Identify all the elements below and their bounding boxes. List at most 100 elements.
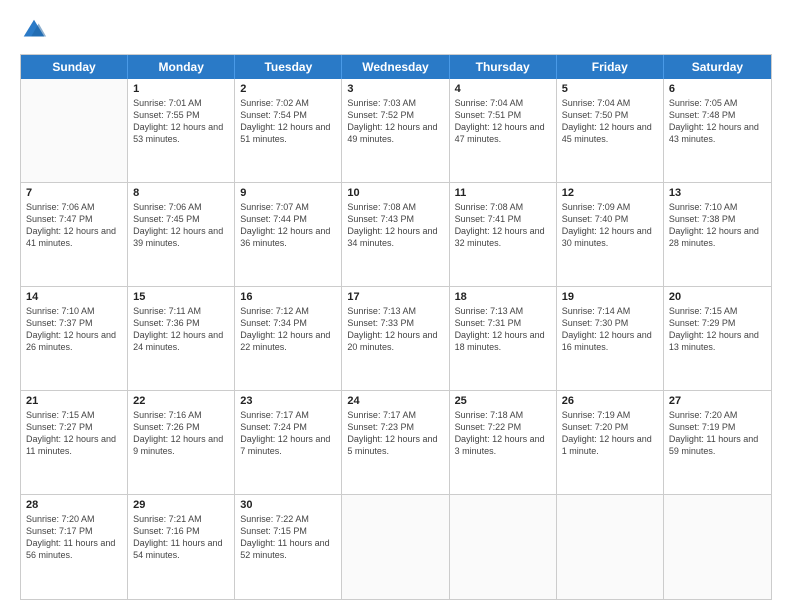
cell-date-number: 19	[562, 291, 658, 303]
cell-date-number: 14	[26, 291, 122, 303]
cell-info: Sunrise: 7:19 AM Sunset: 7:20 PM Dayligh…	[562, 409, 658, 458]
cell-info: Sunrise: 7:04 AM Sunset: 7:51 PM Dayligh…	[455, 97, 551, 146]
cell-info: Sunrise: 7:15 AM Sunset: 7:29 PM Dayligh…	[669, 305, 766, 354]
cell-info: Sunrise: 7:01 AM Sunset: 7:55 PM Dayligh…	[133, 97, 229, 146]
cell-date-number: 2	[240, 83, 336, 95]
page: SundayMondayTuesdayWednesdayThursdayFrid…	[0, 0, 792, 612]
cell-info: Sunrise: 7:18 AM Sunset: 7:22 PM Dayligh…	[455, 409, 551, 458]
calendar-cell-empty-4-5	[557, 495, 664, 599]
day-header-sunday: Sunday	[21, 55, 128, 79]
calendar-cell-17: 17 Sunrise: 7:13 AM Sunset: 7:33 PM Dayli…	[342, 287, 449, 390]
calendar-cell-1: 1 Sunrise: 7:01 AM Sunset: 7:55 PM Daylig…	[128, 79, 235, 182]
cell-date-number: 26	[562, 395, 658, 407]
calendar-cell-29: 29 Sunrise: 7:21 AM Sunset: 7:16 PM Dayli…	[128, 495, 235, 599]
calendar-cell-5: 5Sunrise: 7:04 AM Sunset: 7:50 PM Daylig…	[557, 79, 664, 182]
calendar-cell-empty-0-0	[21, 79, 128, 182]
calendar-body: 1 Sunrise: 7:01 AM Sunset: 7:55 PM Daylig…	[21, 79, 771, 599]
cell-date-number: 7	[26, 187, 122, 199]
calendar-cell-4: 4 Sunrise: 7:04 AM Sunset: 7:51 PM Daylig…	[450, 79, 557, 182]
cell-info: Sunrise: 7:06 AM Sunset: 7:45 PM Dayligh…	[133, 201, 229, 250]
calendar-cell-23: 23 Sunrise: 7:17 AM Sunset: 7:24 PM Dayli…	[235, 391, 342, 494]
calendar-cell-19: 19 Sunrise: 7:14 AM Sunset: 7:30 PM Dayli…	[557, 287, 664, 390]
calendar-row-4: 21 Sunrise: 7:15 AM Sunset: 7:27 PM Dayli…	[21, 391, 771, 495]
calendar-cell-30: 30Sunrise: 7:22 AM Sunset: 7:15 PM Dayli…	[235, 495, 342, 599]
cell-date-number: 8	[133, 187, 229, 199]
cell-date-number: 1	[133, 83, 229, 95]
day-header-thursday: Thursday	[450, 55, 557, 79]
calendar-cell-13: 13 Sunrise: 7:10 AM Sunset: 7:38 PM Dayli…	[664, 183, 771, 286]
day-header-wednesday: Wednesday	[342, 55, 449, 79]
cell-info: Sunrise: 7:05 AM Sunset: 7:48 PM Dayligh…	[669, 97, 766, 146]
calendar-cell-24: 24 Sunrise: 7:17 AM Sunset: 7:23 PM Dayli…	[342, 391, 449, 494]
cell-info: Sunrise: 7:21 AM Sunset: 7:16 PM Dayligh…	[133, 513, 229, 562]
calendar-cell-21: 21 Sunrise: 7:15 AM Sunset: 7:27 PM Dayli…	[21, 391, 128, 494]
cell-info: Sunrise: 7:11 AM Sunset: 7:36 PM Dayligh…	[133, 305, 229, 354]
calendar-cell-20: 20 Sunrise: 7:15 AM Sunset: 7:29 PM Dayli…	[664, 287, 771, 390]
cell-info: Sunrise: 7:16 AM Sunset: 7:26 PM Dayligh…	[133, 409, 229, 458]
cell-info: Sunrise: 7:08 AM Sunset: 7:43 PM Dayligh…	[347, 201, 443, 250]
day-header-saturday: Saturday	[664, 55, 771, 79]
cell-info: Sunrise: 7:10 AM Sunset: 7:38 PM Dayligh…	[669, 201, 766, 250]
cell-date-number: 23	[240, 395, 336, 407]
cell-date-number: 4	[455, 83, 551, 95]
cell-date-number: 27	[669, 395, 766, 407]
calendar-cell-11: 11 Sunrise: 7:08 AM Sunset: 7:41 PM Dayli…	[450, 183, 557, 286]
calendar-cell-empty-4-6	[664, 495, 771, 599]
calendar-cell-28: 28Sunrise: 7:20 AM Sunset: 7:17 PM Dayli…	[21, 495, 128, 599]
calendar-cell-7: 7Sunrise: 7:06 AM Sunset: 7:47 PM Daylig…	[21, 183, 128, 286]
header	[20, 16, 772, 44]
calendar-cell-12: 12 Sunrise: 7:09 AM Sunset: 7:40 PM Dayli…	[557, 183, 664, 286]
cell-date-number: 15	[133, 291, 229, 303]
cell-info: Sunrise: 7:10 AM Sunset: 7:37 PM Dayligh…	[26, 305, 122, 354]
calendar-cell-8: 8 Sunrise: 7:06 AM Sunset: 7:45 PM Daylig…	[128, 183, 235, 286]
calendar-cell-9: 9 Sunrise: 7:07 AM Sunset: 7:44 PM Daylig…	[235, 183, 342, 286]
cell-date-number: 9	[240, 187, 336, 199]
day-header-monday: Monday	[128, 55, 235, 79]
calendar-cell-26: 26 Sunrise: 7:19 AM Sunset: 7:20 PM Dayli…	[557, 391, 664, 494]
calendar-cell-18: 18 Sunrise: 7:13 AM Sunset: 7:31 PM Dayli…	[450, 287, 557, 390]
cell-info: Sunrise: 7:13 AM Sunset: 7:33 PM Dayligh…	[347, 305, 443, 354]
cell-date-number: 22	[133, 395, 229, 407]
cell-date-number: 29	[133, 499, 229, 511]
cell-date-number: 18	[455, 291, 551, 303]
cell-date-number: 20	[669, 291, 766, 303]
cell-info: Sunrise: 7:17 AM Sunset: 7:23 PM Dayligh…	[347, 409, 443, 458]
cell-info: Sunrise: 7:14 AM Sunset: 7:30 PM Dayligh…	[562, 305, 658, 354]
calendar-row-1: 1 Sunrise: 7:01 AM Sunset: 7:55 PM Daylig…	[21, 79, 771, 183]
cell-date-number: 5	[562, 83, 658, 95]
cell-date-number: 17	[347, 291, 443, 303]
cell-info: Sunrise: 7:09 AM Sunset: 7:40 PM Dayligh…	[562, 201, 658, 250]
cell-date-number: 21	[26, 395, 122, 407]
cell-info: Sunrise: 7:07 AM Sunset: 7:44 PM Dayligh…	[240, 201, 336, 250]
calendar-cell-2: 2 Sunrise: 7:02 AM Sunset: 7:54 PM Daylig…	[235, 79, 342, 182]
day-header-tuesday: Tuesday	[235, 55, 342, 79]
calendar-cell-14: 14 Sunrise: 7:10 AM Sunset: 7:37 PM Dayli…	[21, 287, 128, 390]
calendar-cell-empty-4-4	[450, 495, 557, 599]
calendar-cell-15: 15 Sunrise: 7:11 AM Sunset: 7:36 PM Dayli…	[128, 287, 235, 390]
cell-date-number: 16	[240, 291, 336, 303]
cell-info: Sunrise: 7:17 AM Sunset: 7:24 PM Dayligh…	[240, 409, 336, 458]
calendar-row-3: 14 Sunrise: 7:10 AM Sunset: 7:37 PM Dayli…	[21, 287, 771, 391]
cell-info: Sunrise: 7:22 AM Sunset: 7:15 PM Dayligh…	[240, 513, 336, 562]
calendar-cell-10: 10Sunrise: 7:08 AM Sunset: 7:43 PM Dayli…	[342, 183, 449, 286]
calendar-cell-16: 16Sunrise: 7:12 AM Sunset: 7:34 PM Dayli…	[235, 287, 342, 390]
cell-info: Sunrise: 7:13 AM Sunset: 7:31 PM Dayligh…	[455, 305, 551, 354]
calendar-cell-27: 27 Sunrise: 7:20 AM Sunset: 7:19 PM Dayli…	[664, 391, 771, 494]
calendar-cell-3: 3Sunrise: 7:03 AM Sunset: 7:52 PM Daylig…	[342, 79, 449, 182]
cell-info: Sunrise: 7:15 AM Sunset: 7:27 PM Dayligh…	[26, 409, 122, 458]
cell-info: Sunrise: 7:08 AM Sunset: 7:41 PM Dayligh…	[455, 201, 551, 250]
calendar-cell-22: 22 Sunrise: 7:16 AM Sunset: 7:26 PM Dayli…	[128, 391, 235, 494]
cell-date-number: 11	[455, 187, 551, 199]
calendar-row-2: 7Sunrise: 7:06 AM Sunset: 7:47 PM Daylig…	[21, 183, 771, 287]
cell-date-number: 12	[562, 187, 658, 199]
logo-icon	[20, 16, 48, 44]
calendar-row-5: 28Sunrise: 7:20 AM Sunset: 7:17 PM Dayli…	[21, 495, 771, 599]
cell-info: Sunrise: 7:20 AM Sunset: 7:19 PM Dayligh…	[669, 409, 766, 458]
calendar-cell-25: 25Sunrise: 7:18 AM Sunset: 7:22 PM Dayli…	[450, 391, 557, 494]
cell-date-number: 24	[347, 395, 443, 407]
cell-date-number: 13	[669, 187, 766, 199]
cell-date-number: 3	[347, 83, 443, 95]
calendar-cell-6: 6Sunrise: 7:05 AM Sunset: 7:48 PM Daylig…	[664, 79, 771, 182]
cell-date-number: 28	[26, 499, 122, 511]
cell-info: Sunrise: 7:02 AM Sunset: 7:54 PM Dayligh…	[240, 97, 336, 146]
